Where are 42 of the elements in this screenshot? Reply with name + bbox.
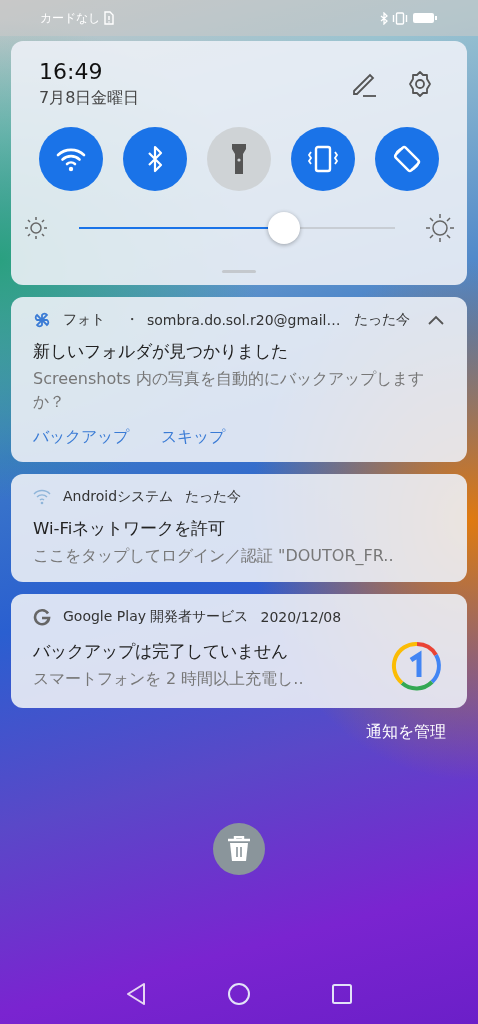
brightness-slider[interactable] <box>79 211 395 245</box>
clear-all-button[interactable] <box>213 822 265 875</box>
sim-card-icon <box>104 11 114 25</box>
app-name: フォト <box>63 311 105 329</box>
flashlight-icon <box>231 142 247 176</box>
g-logo-icon <box>33 607 51 626</box>
pinwheel-icon <box>33 311 51 329</box>
notification-time: たった今 <box>354 311 411 329</box>
notification-text: Screenshots 内の写真を自動的にバックアップしますか？ <box>33 368 425 414</box>
notification-card[interactable]: フォト ・ sombra.do.sol.r20@gmail… たった今 新しいフォルダが見つかりました Screenshots 内の写真を自動的にバックアップしますか？ バックアップ スキップ <box>11 297 467 463</box>
slider-thumb[interactable] <box>268 212 301 244</box>
notification-title: バックアップは完了していません <box>33 640 289 663</box>
chevron-up-icon[interactable] <box>427 314 445 326</box>
notification-title: Wi-Fiネットワークを許可 <box>33 518 227 541</box>
notification-time: たった今 <box>185 488 242 507</box>
trash-icon <box>227 835 251 862</box>
bluetooth-icon <box>146 144 164 174</box>
notification-title: 新しいフォルダが見つかりました <box>33 341 289 363</box>
date-label: 7月8日金曜日 <box>39 88 140 109</box>
vibrate-icon <box>392 11 408 25</box>
separator-dot: ・ <box>125 311 139 329</box>
account-email: sombra.do.sol.r20@gmail… <box>147 312 341 328</box>
notification-text: ここをタップしてログイン／認証 "DOUTOR_FR.. <box>33 545 395 568</box>
wifi-icon <box>33 489 51 506</box>
bluetooth-icon <box>380 11 388 25</box>
brightness-low-icon <box>23 215 49 241</box>
battery-icon <box>412 12 438 24</box>
clock-time: 16:49 <box>39 59 104 84</box>
notification-time: 2020/12/08 <box>260 608 342 625</box>
manage-notifications-link[interactable]: 通知を管理 <box>366 721 446 743</box>
app-name: Google Play 開発者サービス <box>63 607 249 626</box>
brightness-high-icon <box>425 213 455 243</box>
notification-card[interactable]: Google Play 開発者サービス 2020/12/08 バックアップは完了していません スマートフォンを 2 時間以上充電し.. <box>11 593 467 708</box>
vibrate-icon <box>306 144 340 174</box>
notification-card[interactable]: Androidシステム たった今 Wi-Fiネットワークを許可 ここをタップしてログイン／認証 "DOUTOR_FR.. <box>11 474 467 582</box>
notification-text: スマートフォンを 2 時間以上充電し.. <box>33 667 305 690</box>
drag-handle[interactable] <box>222 270 256 273</box>
back-icon[interactable] <box>125 982 147 1006</box>
app-name: Androidシステム <box>63 488 174 507</box>
recents-icon[interactable] <box>331 983 353 1005</box>
screen-rotation-icon <box>391 143 423 175</box>
home-icon[interactable] <box>227 982 251 1006</box>
